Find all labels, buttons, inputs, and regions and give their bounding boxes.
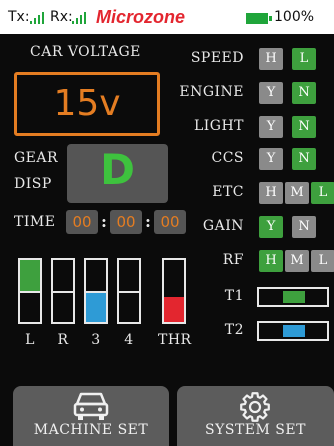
engine-label: ENGINE [179, 84, 244, 100]
tx-signal-icon [30, 12, 46, 24]
gain-label: GAIN [202, 218, 244, 234]
ccs-option-y-button[interactable]: Y [259, 148, 283, 170]
car-voltage-label: CAR VOLTAGE [30, 44, 141, 60]
etc-option-l-button[interactable]: L [311, 182, 334, 204]
gauge-label-4: 4 [124, 332, 134, 348]
time-hours[interactable]: 00 [66, 210, 98, 234]
status-bar: Tx: Rx: Microzone 100% [0, 0, 334, 34]
engine-option-n-button[interactable]: N [292, 82, 316, 104]
gauge-divider [86, 291, 106, 293]
ccs-option-n-button[interactable]: N [292, 148, 316, 170]
car-voltage-display: 15v [14, 72, 160, 136]
time-label: TIME [14, 214, 56, 230]
rx-label: Rx: [50, 9, 73, 25]
time-separator: : [145, 212, 151, 231]
gauge-divider [53, 291, 73, 293]
system-set-button[interactable]: SYSTEM SET [177, 386, 334, 446]
etc-option-m-button[interactable]: M [285, 182, 309, 204]
gauge-label-r: R [57, 332, 69, 348]
ccs-label: CCS [211, 150, 244, 166]
gain-option-n-button[interactable]: N [292, 216, 316, 238]
car-icon [73, 392, 109, 420]
speed-option-l-button[interactable]: L [292, 48, 316, 70]
battery-icon [246, 13, 272, 24]
gauge-l [18, 258, 42, 324]
machine-set-button[interactable]: MACHINE SET [13, 386, 169, 446]
system-set-label: SYSTEM SET [205, 422, 306, 438]
time-separator: : [101, 212, 107, 231]
gauge-label-l: L [25, 332, 35, 348]
rf-option-l-button[interactable]: L [311, 250, 334, 272]
gear-display: D [67, 144, 168, 203]
battery-level: 100% [274, 9, 315, 25]
trim-t1-bar[interactable] [257, 287, 329, 307]
speed-option-h-button[interactable]: H [259, 48, 283, 70]
rx-signal-icon [72, 12, 88, 24]
trim-t1-indicator [283, 291, 305, 303]
rf-label: RF [222, 252, 244, 268]
speed-label: SPEED [190, 50, 244, 66]
light-option-y-button[interactable]: Y [259, 116, 283, 138]
trim-t2-bar[interactable] [257, 321, 329, 341]
brand-logo: Microzone [96, 7, 186, 27]
gauge-3 [84, 258, 108, 324]
gauge-fill [86, 291, 106, 322]
gain-option-y-button[interactable]: Y [259, 216, 283, 238]
gauge-4 [117, 258, 141, 324]
trim-t2-label: T2 [224, 322, 244, 338]
trim-t1-label: T1 [224, 288, 244, 304]
light-option-n-button[interactable]: N [292, 116, 316, 138]
etc-label: ETC [212, 184, 244, 200]
car-voltage-value: 15v [53, 83, 121, 124]
gauge-fill [20, 260, 40, 291]
light-label: LIGHT [193, 118, 244, 134]
tx-label: Tx: [8, 9, 30, 25]
gauge-divider [20, 291, 40, 293]
rf-option-m-button[interactable]: M [285, 250, 309, 272]
gear-icon [240, 392, 270, 422]
time-minutes[interactable]: 00 [110, 210, 142, 234]
gear-label: GEAR [14, 150, 59, 166]
machine-set-label: MACHINE SET [33, 422, 149, 438]
trim-t2-indicator [283, 325, 305, 337]
etc-option-h-button[interactable]: H [259, 182, 283, 204]
rf-option-h-button[interactable]: H [259, 250, 283, 272]
gauge-divider [119, 291, 139, 293]
gear-value: D [100, 145, 135, 194]
engine-option-y-button[interactable]: Y [259, 82, 283, 104]
gauge-r [51, 258, 75, 324]
disp-label: DISP [14, 176, 52, 192]
gauge-label-3: 3 [91, 332, 101, 348]
